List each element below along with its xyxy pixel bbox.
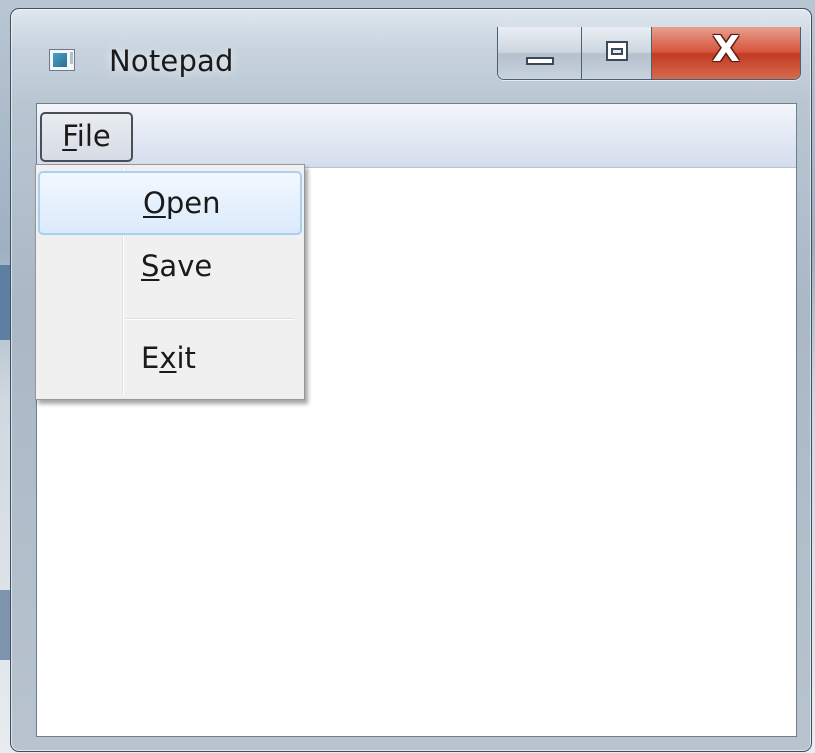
caption-buttons: X: [497, 27, 801, 80]
save-mnemonic: S: [141, 249, 160, 283]
menu-item-open[interactable]: Open: [38, 171, 302, 235]
exit-mnemonic: x: [159, 341, 177, 375]
file-mnemonic: F: [62, 119, 77, 153]
exit-label-start: E: [141, 341, 160, 375]
menu-file[interactable]: File: [40, 112, 133, 162]
minimize-icon: [526, 57, 554, 65]
maximize-button[interactable]: [582, 27, 652, 79]
save-label: ave: [159, 249, 213, 283]
window-title: Notepad: [109, 44, 234, 78]
open-mnemonic: O: [143, 186, 166, 220]
maximize-icon: [606, 41, 628, 61]
menu-bar: File: [37, 104, 796, 168]
menu-item-label: Open: [143, 173, 220, 233]
exit-label-end: it: [176, 341, 196, 375]
menu-item-save[interactable]: Save: [38, 236, 302, 300]
file-label: ile: [76, 119, 111, 153]
app-icon-mark: [70, 52, 73, 64]
app-icon-screen: [53, 53, 67, 67]
close-icon: X: [712, 29, 740, 70]
title-bar[interactable]: Notepad X: [11, 9, 811, 101]
notepad-app-icon[interactable]: [49, 49, 75, 71]
minimize-button[interactable]: [498, 27, 582, 79]
menu-item-exit[interactable]: Exit: [38, 328, 302, 392]
menu-item-label: Exit: [141, 328, 196, 388]
close-button[interactable]: X: [652, 27, 800, 79]
open-label: pen: [165, 186, 221, 220]
menu-item-label: Save: [141, 236, 212, 296]
menu-separator: [126, 318, 294, 320]
file-dropdown-menu: Open Save Exit: [35, 164, 305, 400]
